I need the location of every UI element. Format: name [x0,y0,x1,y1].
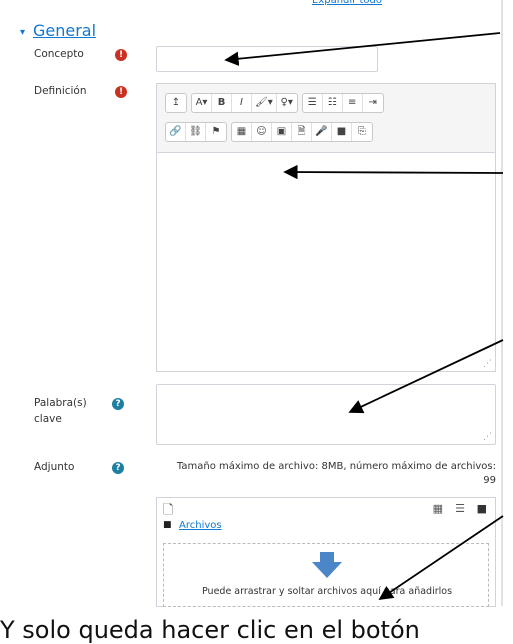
arrow-to-definition [283,164,504,180]
annotation-arrows [224,32,504,601]
caption-text: Y solo queda hacer clic en el botón [0,616,420,644]
arrow-to-keywords [348,339,504,414]
arrow-to-concept [224,32,501,66]
arrow-to-dropzone [378,515,504,601]
